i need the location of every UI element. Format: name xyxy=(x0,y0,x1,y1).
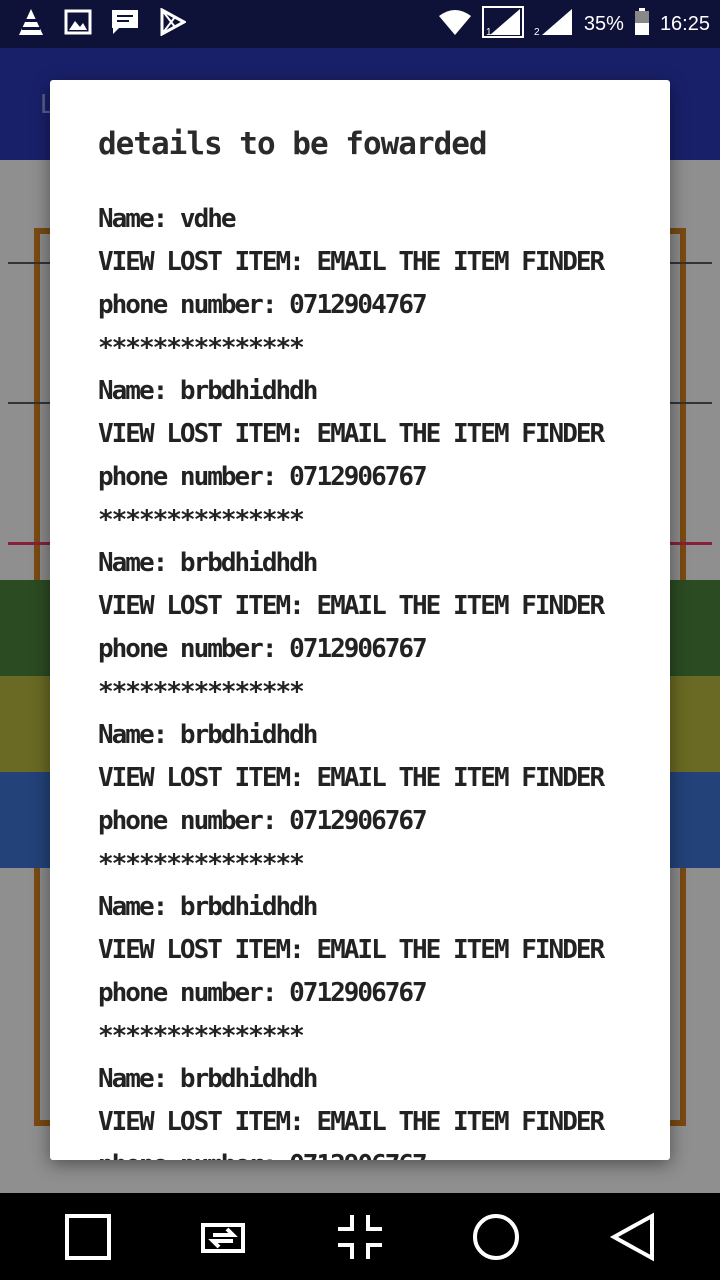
clock: 16:25 xyxy=(659,12,710,35)
navigation-bar xyxy=(0,1193,720,1280)
wifi-icon xyxy=(438,8,472,40)
dialog-body[interactable]: Name: vdhe VIEW LOST ITEM: EMAIL THE ITEM… xyxy=(98,198,638,1160)
status-bar: 1 2 35% 16:25 xyxy=(0,0,720,48)
svg-text:2: 2 xyxy=(534,27,540,37)
switch-app-icon[interactable] xyxy=(195,1209,251,1265)
dialog-line: phone number: 0712906767 xyxy=(98,462,428,492)
battery-icon xyxy=(634,8,650,40)
dialog-line: phone number: 0712906767 xyxy=(98,634,428,664)
signal-sim1-icon: 1 xyxy=(481,6,524,42)
vlc-icon xyxy=(16,7,46,41)
dialog-line: *************** xyxy=(98,677,305,707)
dialog-line: *************** xyxy=(98,1021,305,1051)
dialog-line: VIEW LOST ITEM: EMAIL THE ITEM FINDER xyxy=(98,591,605,621)
dialog-line: VIEW LOST ITEM: EMAIL THE ITEM FINDER xyxy=(98,247,605,277)
dialog-line: Name: brbdhidhdh xyxy=(98,548,318,578)
dialog-line: Name: brbdhidhdh xyxy=(98,720,318,750)
dialog-line: *************** xyxy=(98,333,305,363)
back-triangle-icon[interactable] xyxy=(604,1209,660,1265)
dialog-line: phone number: 0712906767 xyxy=(98,806,428,836)
dialog-line: VIEW LOST ITEM: EMAIL THE ITEM FINDER xyxy=(98,935,605,965)
dialog-line: Name: brbdhidhdh xyxy=(98,1064,318,1094)
home-circle-icon[interactable] xyxy=(468,1209,524,1265)
message-icon xyxy=(110,7,140,41)
battery-percent: 35% xyxy=(583,12,624,35)
dialog-line: *************** xyxy=(98,505,305,535)
dialog-line: Name: brbdhidhdh xyxy=(98,376,318,406)
collapse-icon[interactable] xyxy=(332,1209,388,1265)
dialog-line: Name: brbdhidhdh xyxy=(98,892,318,922)
recents-square-icon[interactable] xyxy=(60,1209,116,1265)
dialog-line: VIEW LOST ITEM: EMAIL THE ITEM FINDER xyxy=(98,419,605,449)
dialog-line: *************** xyxy=(98,849,305,879)
dialog-line: phone number: 0712906767 xyxy=(98,1144,638,1160)
dialog-line: VIEW LOST ITEM: EMAIL THE ITEM FINDER xyxy=(98,763,605,793)
dialog-line: Name: vdhe xyxy=(98,204,237,234)
details-dialog: details to be fowarded Name: vdhe VIEW LO… xyxy=(50,80,670,1160)
dialog-line: phone number: 0712906767 xyxy=(98,978,428,1008)
play-store-icon xyxy=(158,7,188,40)
signal-sim2-icon: 2 xyxy=(534,7,574,41)
dialog-line: VIEW LOST ITEM: EMAIL THE ITEM FINDER xyxy=(98,1107,605,1137)
dialog-title: details to be fowarded xyxy=(98,126,488,162)
dialog-line: phone number: 0712904767 xyxy=(98,290,428,320)
svg-text:1: 1 xyxy=(486,27,492,38)
image-icon xyxy=(64,8,92,40)
